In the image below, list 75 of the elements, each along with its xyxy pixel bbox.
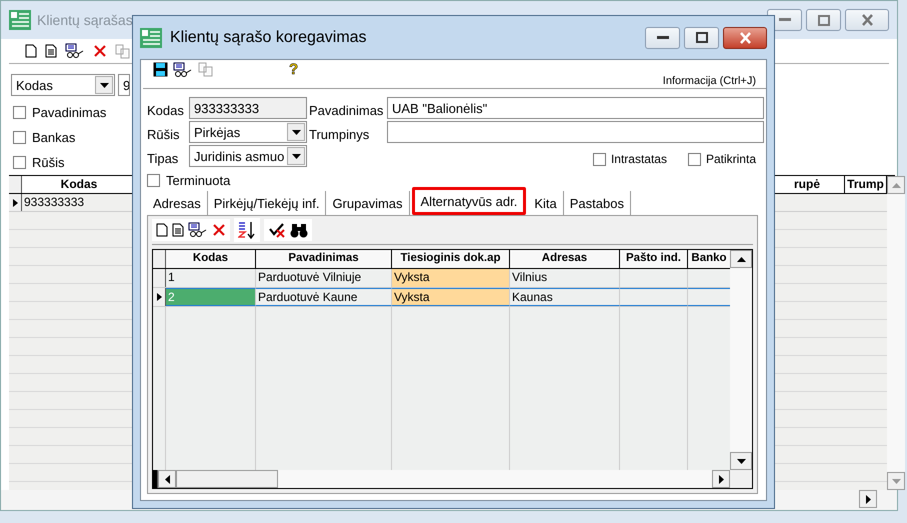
dropdown-button[interactable] [287,123,305,141]
sort-icon[interactable] [238,221,256,239]
column-header[interactable]: Pašto ind. [620,250,688,268]
checkbox-label: Intrastatas [610,152,667,166]
checkbox[interactable] [13,131,26,144]
scroll-right-icon[interactable] [718,474,724,484]
column-header[interactable]: Tiesioginis dok.ap [392,250,510,268]
type-dropdown[interactable]: Pirkėjas [189,121,307,143]
scroll-left-icon[interactable] [164,474,170,484]
window-title: Klientų sąrašas [37,12,133,28]
checkbox-label: Terminuota [166,172,230,188]
field-label: Trumpinys [309,126,370,142]
caret-icon[interactable] [292,154,300,158]
name-field[interactable]: UAB "Balionėlis" [387,97,764,119]
minimize-icon[interactable] [656,36,668,40]
checkbox[interactable] [147,174,160,186]
minimize-button[interactable] [645,26,680,48]
scroll-thumb[interactable] [176,470,278,488]
row-pointer-icon [156,293,162,301]
table-cell: Vyksta [392,288,510,306]
document-lines-icon[interactable] [45,44,57,58]
scroll-right-icon[interactable] [866,494,870,504]
close-icon[interactable] [860,14,874,26]
dropdown-button[interactable] [287,147,305,165]
table-cell: 2 [166,288,256,306]
checkbox-label: Rūšis [32,155,65,170]
filter-dropdown[interactable]: Kodas [11,74,115,96]
table-cell: 1 [166,269,256,287]
checkbox[interactable] [13,106,26,119]
delete-icon[interactable] [212,223,226,237]
checkbox[interactable] [688,152,701,166]
save-icon[interactable] [153,62,168,77]
table-cell: Kaunas [510,288,620,306]
binoculars-icon[interactable] [290,222,308,238]
app-icon [140,28,162,48]
glasses-icon[interactable] [188,222,208,238]
app-icon [9,10,31,30]
field-label: Pavadinimas [309,102,384,118]
field-label: Rūšis [147,126,181,142]
caret-icon[interactable] [292,130,300,134]
new-document-icon[interactable] [156,223,168,237]
column-header[interactable]: Adresas [510,250,620,268]
code-field[interactable]: 933333333 [189,97,307,119]
checkbox[interactable] [592,152,606,166]
dialog-title: Klientų sąrašo koregavimas [170,28,367,46]
delete-icon[interactable] [93,44,107,58]
table-cell: Vilnius [510,269,620,287]
clear-filter-icon[interactable] [268,222,286,238]
table-cell: Parduotuvė Kaune [256,288,392,306]
kind-dropdown[interactable]: Juridinis asmuo [189,145,307,167]
tab[interactable]: Alternatyvūs adr. [412,187,526,215]
checkbox-label: Patikrinta [706,152,756,166]
dropdown-button[interactable] [95,76,113,94]
glasses-icon[interactable] [173,62,193,78]
table-cell: Vyksta [392,269,510,287]
info-link[interactable]: Informacija (Ctrl+J) [662,75,756,88]
field-label: Kodas [147,102,185,118]
scrollbar[interactable] [730,250,752,488]
column-header[interactable]: Pavadinimas [256,250,392,268]
column-header[interactable]: Kodas [166,250,256,268]
glasses-icon[interactable] [65,43,85,59]
caret-icon[interactable] [100,82,108,88]
checkbox[interactable] [13,156,26,169]
scroll-up-icon[interactable] [736,256,746,262]
short-name-field[interactable] [387,121,764,143]
field-label: Tipas [147,150,180,166]
maximize-button[interactable] [684,26,719,48]
scroll-down-icon[interactable] [736,458,746,464]
new-document-icon[interactable] [25,44,37,58]
checkbox-label: Pavadinimas [32,105,106,120]
maximize-icon[interactable] [696,32,708,43]
document-lines-icon[interactable] [172,223,184,237]
close-button[interactable] [723,26,767,48]
checkbox-label: Bankas [32,130,76,145]
close-button[interactable] [845,9,889,31]
